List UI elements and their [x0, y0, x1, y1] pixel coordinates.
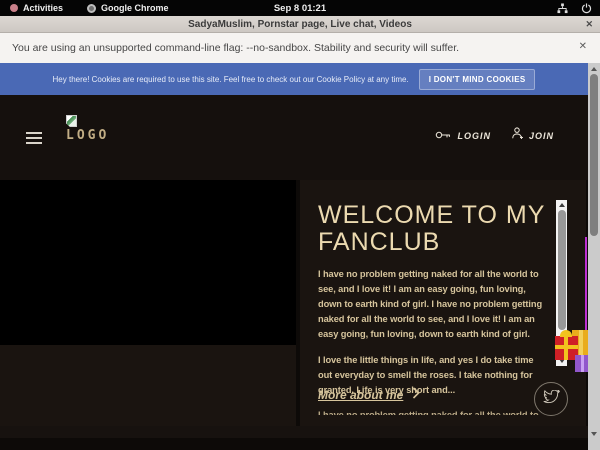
twitter-button[interactable] [534, 382, 568, 416]
scroll-up-arrow-icon[interactable] [559, 203, 565, 207]
bio-paragraph-3-clipped: I have no problem getting naked for all … [318, 408, 546, 415]
clock[interactable]: Sep 8 01:21 [0, 3, 600, 14]
main-content: WELCOME TO MY FANCLUB I have no problem … [0, 180, 588, 438]
page-viewport: Hey there! Cookies are required to use t… [0, 63, 588, 450]
person-add-icon [511, 127, 523, 145]
panel-scrollbar-thumb[interactable] [558, 210, 566, 330]
power-icon[interactable] [581, 3, 592, 14]
site-logo[interactable]: LOGO [66, 115, 109, 143]
key-icon [435, 127, 451, 145]
hamburger-menu-icon[interactable] [26, 132, 42, 147]
gift-box-purple-icon [575, 355, 588, 372]
cookie-accept-button[interactable]: I DON'T MIND COOKIES [419, 69, 536, 90]
window-close-button[interactable]: ✕ [585, 19, 593, 30]
more-about-me-link[interactable]: More about me [318, 386, 420, 404]
screen: Activities Google Chrome Sep 8 01:21 Sad… [0, 0, 600, 450]
browser-scroll-up-arrow-icon[interactable] [591, 67, 597, 71]
join-button[interactable]: JOIN [511, 127, 554, 145]
network-icon[interactable] [557, 3, 568, 14]
broken-image-icon [66, 115, 77, 127]
window-titlebar[interactable]: SadyaMuslim, Pornstar page, Live chat, V… [0, 16, 600, 33]
media-placeholder [0, 180, 296, 345]
more-about-me-label: More about me [318, 388, 403, 402]
login-label: LOGIN [457, 131, 491, 141]
infobar-close-button[interactable]: ✕ [579, 41, 587, 52]
cookie-message: Hey there! Cookies are required to use t… [53, 75, 409, 84]
chevron-right-icon [412, 386, 420, 404]
media-panel [0, 180, 296, 438]
login-button[interactable]: LOGIN [435, 127, 491, 145]
browser-scroll-down-arrow-icon[interactable] [591, 432, 597, 436]
site-header: LOGO LOGIN JOIN [0, 95, 588, 180]
header-nav: LOGIN JOIN [435, 127, 554, 145]
logo-text: LOGO [66, 128, 109, 143]
window-title: SadyaMuslim, Pornstar page, Live chat, V… [188, 19, 412, 30]
bio-paragraph-1: I have no problem getting naked for all … [318, 267, 546, 342]
system-tray[interactable] [557, 0, 592, 16]
welcome-title: WELCOME TO MY FANCLUB [318, 202, 558, 256]
cookie-banner: Hey there! Cookies are required to use t… [0, 63, 588, 95]
infobar-message: You are using an unsupported command-lin… [12, 42, 459, 54]
gifts-widget[interactable] [555, 321, 588, 376]
chrome-infobar: You are using an unsupported command-lin… [0, 33, 600, 63]
join-label: JOIN [529, 131, 554, 141]
twitter-icon [543, 390, 560, 409]
gnome-top-bar: Activities Google Chrome Sep 8 01:21 [0, 0, 600, 16]
browser-scrollbar-thumb[interactable] [590, 74, 598, 236]
page-bottom-strip [0, 426, 588, 438]
browser-scrollbar[interactable] [588, 63, 600, 450]
welcome-panel: WELCOME TO MY FANCLUB I have no problem … [300, 180, 586, 438]
